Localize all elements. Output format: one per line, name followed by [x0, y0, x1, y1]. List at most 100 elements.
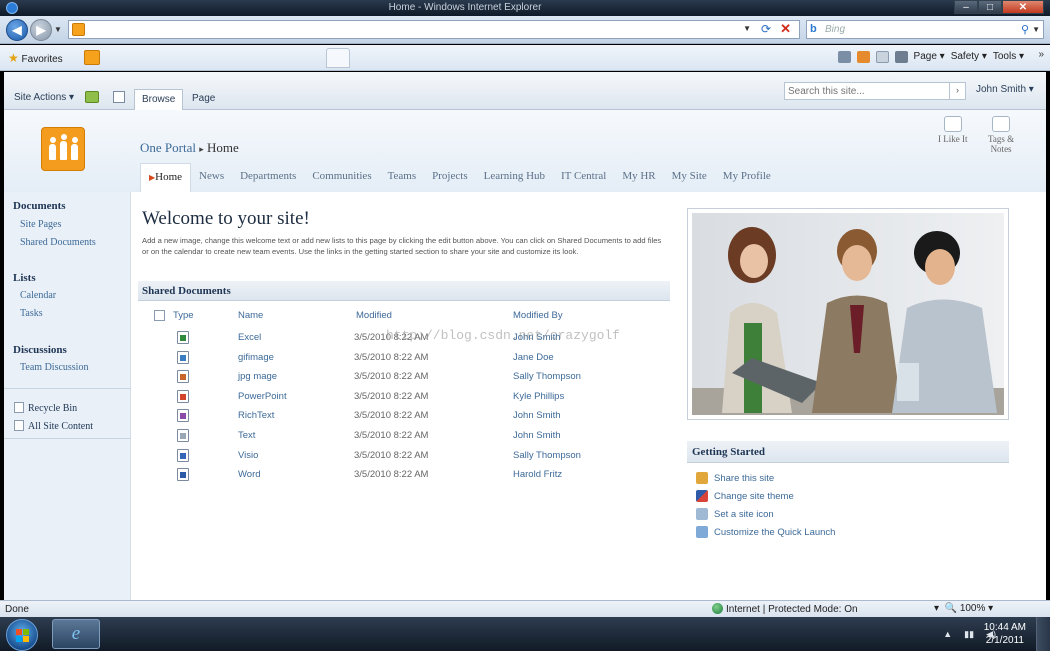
url-dropdown-icon[interactable]: ▼: [743, 24, 751, 33]
new-tab-button[interactable]: [326, 48, 350, 68]
document-name-link[interactable]: Word: [238, 469, 261, 480]
table-row[interactable]: PowerPoint 3/5/2010 8:22 AM Kyle Phillips: [4, 389, 704, 407]
show-hidden-icons-icon[interactable]: ▲: [943, 629, 952, 640]
document-name-link[interactable]: RichText: [238, 410, 274, 421]
document-name-link[interactable]: Visio: [238, 450, 258, 461]
table-row[interactable]: Visio 3/5/2010 8:22 AM Sally Thompson: [4, 448, 704, 466]
print-icon[interactable]: [894, 51, 908, 63]
topnav-my-hr[interactable]: My HR: [614, 163, 663, 192]
i-like-it-button[interactable]: I Like It: [938, 116, 968, 144]
share-site-icon: [696, 472, 708, 484]
getting-started-theme[interactable]: Change site theme: [696, 490, 794, 502]
document-name-link[interactable]: Excel: [238, 332, 261, 343]
start-button[interactable]: [6, 619, 38, 651]
edit-page-icon[interactable]: [113, 91, 125, 103]
site-actions-menu[interactable]: Site Actions ▾: [14, 92, 74, 103]
document-name-link[interactable]: Text: [238, 430, 255, 441]
search-dropdown-icon[interactable]: ▼: [1032, 25, 1040, 34]
mail-icon[interactable]: [875, 51, 889, 63]
history-dropdown-icon[interactable]: ▼: [54, 25, 62, 34]
shared-documents-title[interactable]: Shared Documents: [142, 285, 231, 297]
security-zone[interactable]: Internet | Protected Mode: On: [712, 603, 858, 615]
taskbar-ie-button[interactable]: e: [52, 619, 100, 649]
table-row[interactable]: jpg mage 3/5/2010 8:22 AM Sally Thompson: [4, 369, 704, 387]
zoom-control[interactable]: ▾ 🔍 100% ▾: [934, 603, 993, 614]
document-modified-by-link[interactable]: Sally Thompson: [513, 371, 581, 382]
maximize-button[interactable]: □: [978, 0, 1002, 14]
document-modified-by-link[interactable]: John Smith: [513, 430, 561, 441]
bing-logo-icon: b: [810, 23, 817, 35]
favorites-button[interactable]: ★ Favorites: [8, 51, 63, 65]
document-name-link[interactable]: jpg mage: [238, 371, 277, 382]
tab-browse[interactable]: Browse: [134, 89, 184, 110]
table-row[interactable]: Word 3/5/2010 8:22 AM Harold Fritz: [4, 467, 704, 485]
chevron-right-icon[interactable]: »: [1038, 49, 1044, 60]
getting-started-icon[interactable]: Set a site icon: [696, 508, 774, 520]
tools-menu[interactable]: Tools ▾: [993, 51, 1024, 63]
status-bar: Done Internet | Protected Mode: On ▾ 🔍 1…: [0, 600, 1050, 617]
show-desktop-button[interactable]: [1036, 617, 1050, 651]
search-go-icon[interactable]: ›: [949, 83, 965, 99]
tags-notes-button[interactable]: Tags & Notes: [988, 116, 1014, 154]
home-icon[interactable]: [837, 51, 851, 63]
stop-icon[interactable]: ✕: [780, 21, 791, 37]
shared-documents-header: Shared Documents: [138, 281, 670, 301]
logo-figure-head: [72, 137, 78, 143]
topnav-communities[interactable]: Communities: [304, 163, 379, 192]
table-row[interactable]: Text 3/5/2010 8:22 AM John Smith: [4, 428, 704, 446]
user-menu[interactable]: John Smith ▾: [976, 84, 1034, 95]
site-search-input[interactable]: [785, 83, 943, 99]
refresh-icon[interactable]: ⟳: [761, 22, 771, 36]
rss-icon[interactable]: [856, 51, 870, 63]
topnav-it-central[interactable]: IT Central: [553, 163, 614, 192]
topnav-home[interactable]: ▶Home: [140, 163, 192, 192]
column-modified-by[interactable]: Modified By: [513, 310, 563, 321]
url-input[interactable]: ▼ ⟳ ✕: [68, 20, 800, 39]
ql-link-shared-documents[interactable]: Shared Documents: [20, 237, 96, 248]
document-name-link[interactable]: PowerPoint: [238, 391, 287, 402]
topnav-my-site[interactable]: My Site: [664, 163, 715, 192]
search-icon[interactable]: ⚲: [1021, 23, 1029, 36]
getting-started-share[interactable]: Share this site: [696, 472, 774, 484]
tab-page[interactable]: Page: [185, 89, 222, 110]
ql-link-calendar[interactable]: Calendar: [20, 290, 56, 301]
getting-started-quick-launch[interactable]: Customize the Quick Launch: [696, 526, 835, 538]
back-button[interactable]: ◀: [6, 19, 28, 41]
select-all-checkbox[interactable]: [154, 310, 165, 321]
document-modified-by-link[interactable]: Kyle Phillips: [513, 391, 564, 402]
navigate-up-icon[interactable]: [85, 91, 99, 103]
breadcrumb-site-link[interactable]: One Portal: [140, 140, 196, 155]
topnav-departments[interactable]: Departments: [232, 163, 304, 192]
ql-link-site-pages[interactable]: Site Pages: [20, 219, 61, 230]
topnav-my-profile[interactable]: My Profile: [715, 163, 779, 192]
clock[interactable]: 10:44 AM 2/1/2011: [984, 621, 1026, 647]
document-modified-by-link[interactable]: Jane Doe: [513, 352, 554, 363]
column-name[interactable]: Name: [238, 310, 263, 321]
ql-link-tasks[interactable]: Tasks: [20, 308, 43, 319]
document-modified-by-link[interactable]: John Smith: [513, 410, 561, 421]
document-modified-by-link[interactable]: Sally Thompson: [513, 450, 581, 461]
column-modified[interactable]: Modified: [356, 310, 392, 321]
document-modified-by-link[interactable]: Harold Fritz: [513, 469, 562, 480]
browser-search-input[interactable]: b Bing ⚲ ▼: [806, 20, 1044, 39]
column-type[interactable]: Type: [173, 310, 194, 321]
topnav-learning-hub[interactable]: Learning Hub: [476, 163, 553, 192]
topnav-projects[interactable]: Projects: [424, 163, 475, 192]
safety-menu[interactable]: Safety ▾: [951, 51, 987, 63]
ql-heading-lists[interactable]: Lists: [13, 272, 36, 284]
favorites-bar: ★ Favorites Page ▾ Safety ▾ Tools ▾ »: [0, 45, 1050, 71]
tab-favicon-icon[interactable]: [84, 50, 100, 65]
topnav-news[interactable]: News: [191, 163, 232, 192]
table-row[interactable]: gifimage 3/5/2010 8:22 AM Jane Doe: [4, 350, 704, 368]
topnav-teams[interactable]: Teams: [380, 163, 425, 192]
table-row[interactable]: RichText 3/5/2010 8:22 AM John Smith: [4, 408, 704, 426]
minimize-button[interactable]: –: [954, 0, 978, 14]
forward-button[interactable]: ▶: [30, 19, 52, 41]
page-menu[interactable]: Page ▾: [914, 51, 945, 63]
gs-label: Change site theme: [714, 491, 794, 502]
ql-heading-documents[interactable]: Documents: [13, 200, 66, 212]
close-window-button[interactable]: ✕: [1002, 0, 1044, 14]
network-icon[interactable]: ▮▮: [964, 629, 974, 640]
site-logo-icon[interactable]: [41, 127, 85, 171]
document-name-link[interactable]: gifimage: [238, 352, 274, 363]
